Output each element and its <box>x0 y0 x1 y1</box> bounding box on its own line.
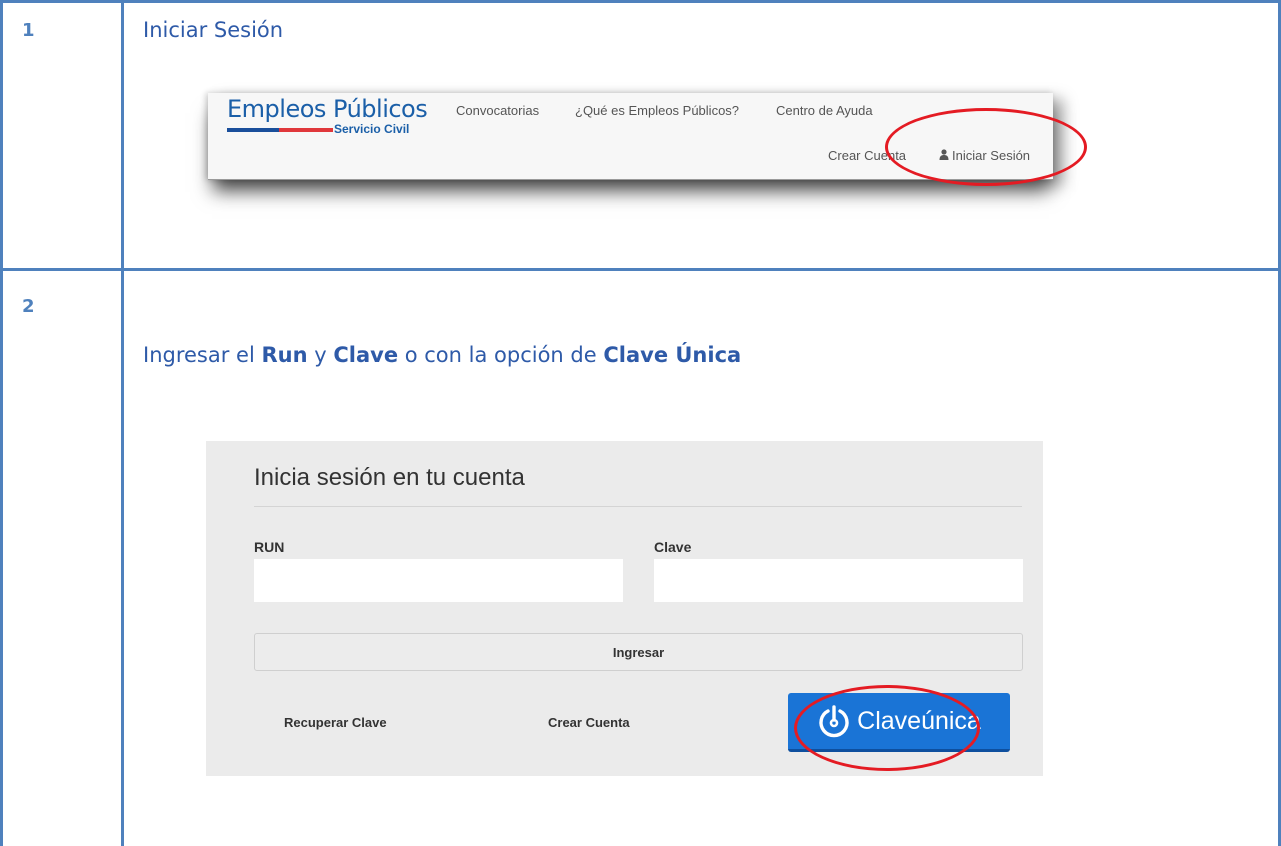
brand-line-blue <box>227 128 279 132</box>
step-1-title: Iniciar Sesión <box>143 18 284 42</box>
step-2-instruction: Ingresar el Run y Clave o con la opción … <box>143 343 741 367</box>
ingresar-button[interactable]: Ingresar <box>254 633 1023 671</box>
brand-line-red <box>279 128 333 132</box>
login-divider <box>254 506 1022 507</box>
instruction-text: o con la opción de <box>398 343 604 367</box>
instruction-clave: Clave <box>333 343 399 367</box>
crear-cuenta-link[interactable]: Crear Cuenta <box>548 715 630 730</box>
instruction-text: y <box>307 343 334 367</box>
nav-convocatorias[interactable]: Convocatorias <box>456 103 539 118</box>
row-divider <box>0 268 1281 271</box>
run-label: RUN <box>254 539 285 555</box>
instruction-clave-unica: Clave Única <box>603 343 742 367</box>
brand-logo-text[interactable]: Empleos Públicos <box>227 95 428 123</box>
clave-input[interactable] <box>654 559 1023 602</box>
step-number-2: 2 <box>22 296 35 317</box>
highlight-ellipse <box>885 108 1087 186</box>
instruction-text: Ingresar el <box>143 343 262 367</box>
clave-label: Clave <box>654 539 692 555</box>
nav-centro-ayuda[interactable]: Centro de Ayuda <box>776 103 873 118</box>
instruction-run: Run <box>261 343 308 367</box>
run-input[interactable] <box>254 559 623 602</box>
login-title: Inicia sesión en tu cuenta <box>254 464 525 491</box>
nav-que-es[interactable]: ¿Qué es Empleos Públicos? <box>575 103 739 118</box>
brand-subtitle: Servicio Civil <box>334 122 410 136</box>
highlight-ellipse <box>794 685 980 771</box>
step-number-1: 1 <box>22 20 35 41</box>
recuperar-clave-link[interactable]: Recuperar Clave <box>284 715 387 730</box>
column-divider <box>121 0 124 846</box>
